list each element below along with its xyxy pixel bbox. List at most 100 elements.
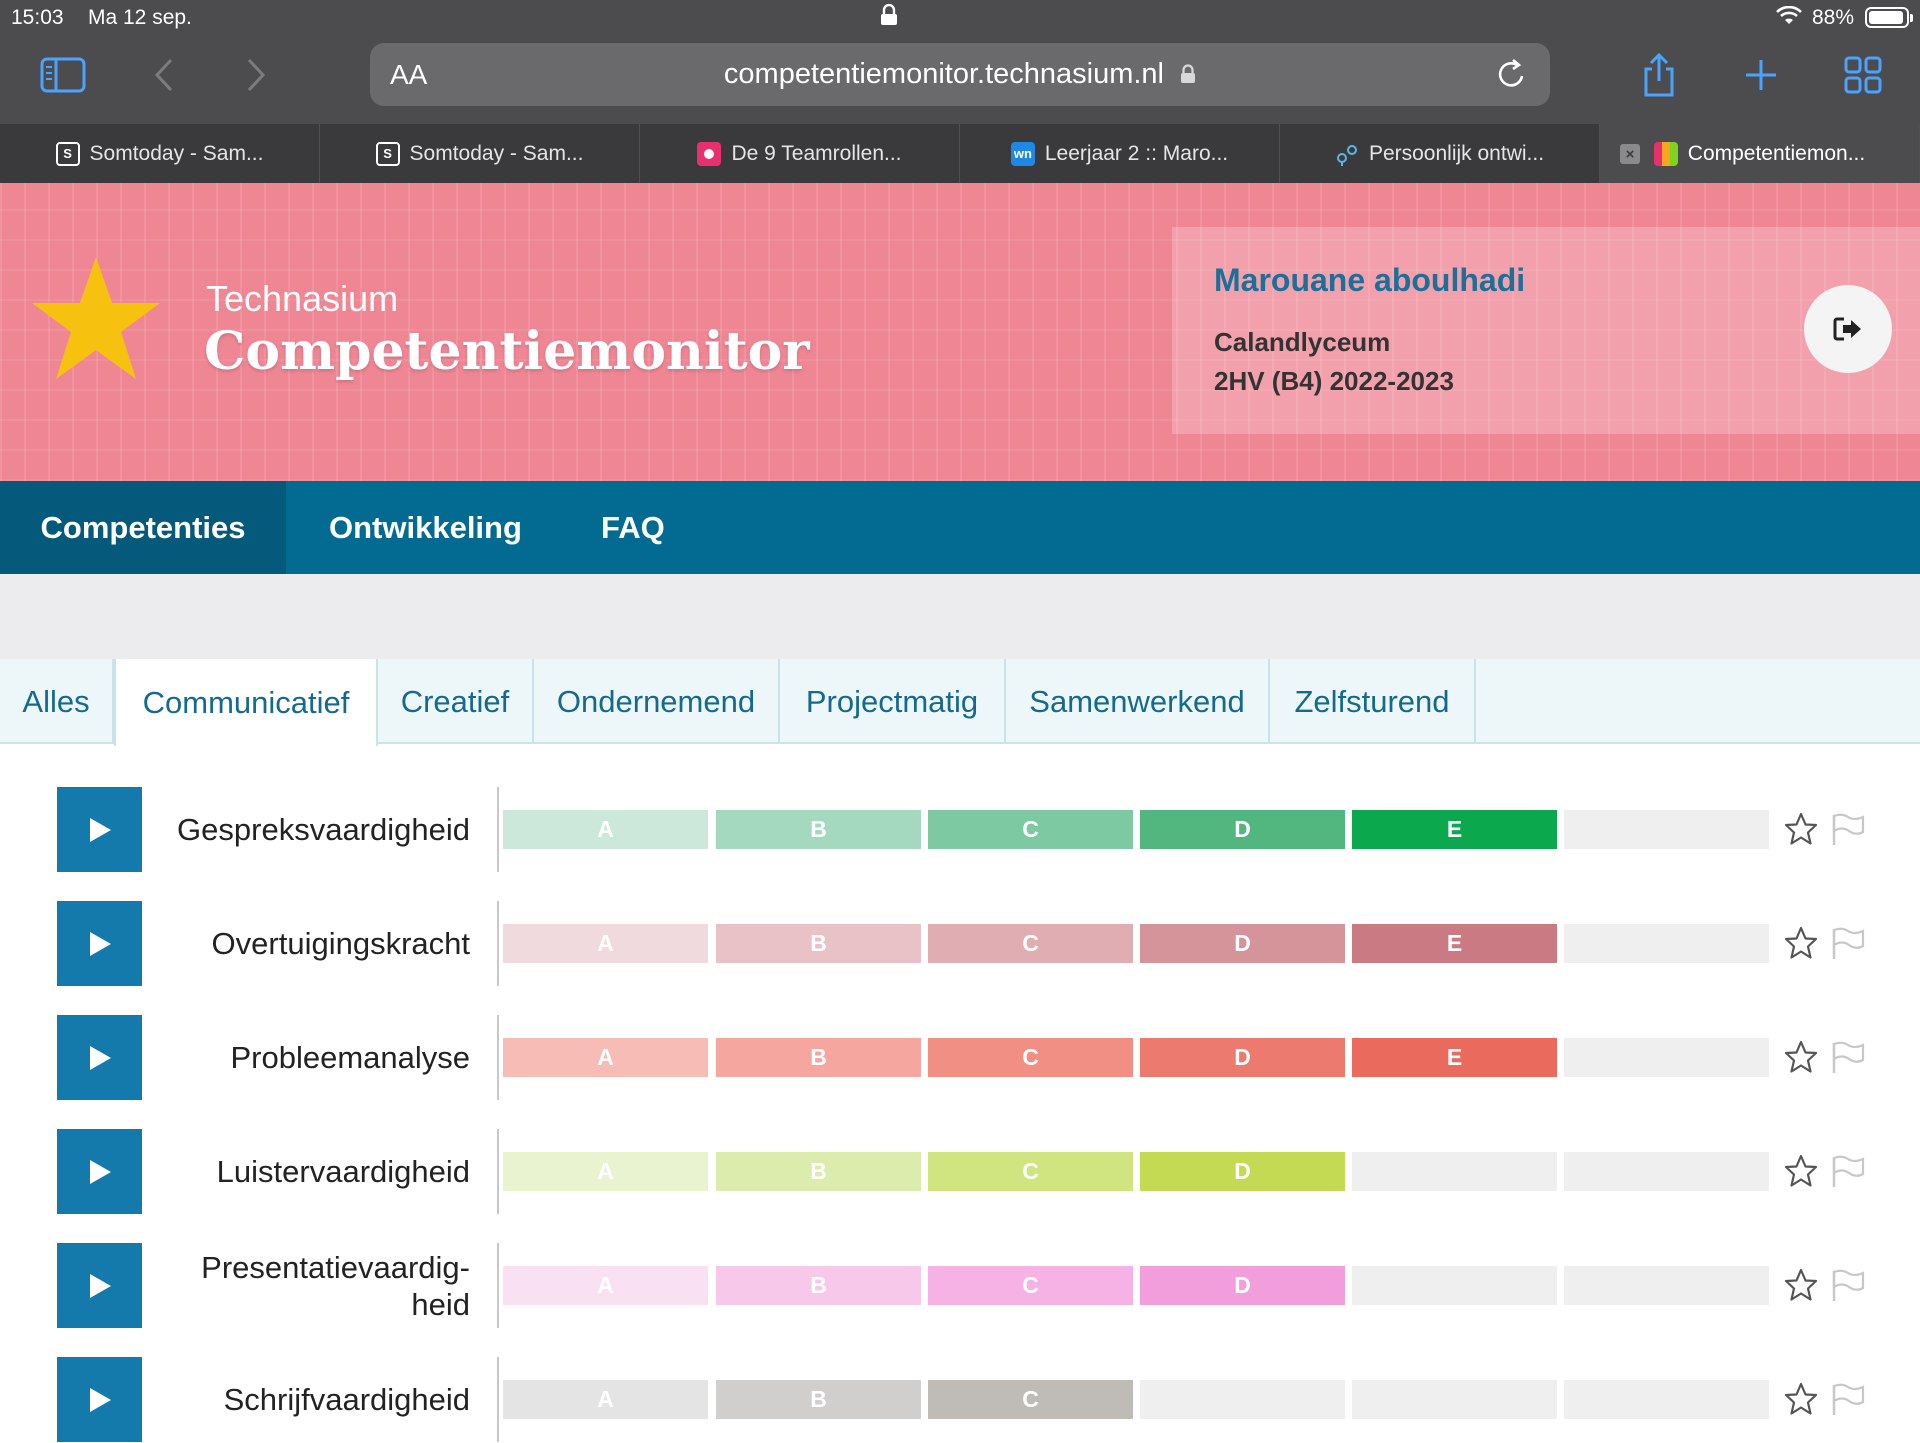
- level-e[interactable]: [1352, 1266, 1557, 1305]
- level-empty[interactable]: [1564, 1380, 1769, 1419]
- plus-icon: [1746, 60, 1776, 90]
- play-button[interactable]: [57, 787, 142, 872]
- tab-communicatief[interactable]: Communicatief: [114, 659, 378, 746]
- competency-name: Schrijfvaardigheid: [223, 1382, 470, 1417]
- forward-button[interactable]: [238, 50, 274, 100]
- level-empty[interactable]: [1564, 1152, 1769, 1191]
- share-button[interactable]: [1636, 50, 1682, 100]
- nav-competenties[interactable]: Competenties: [0, 481, 286, 574]
- competency-name: Presentatievaardig-heid: [201, 1249, 470, 1322]
- level-d[interactable]: D: [1140, 1266, 1345, 1305]
- back-button[interactable]: [146, 50, 182, 100]
- flag-icon[interactable]: [1830, 1382, 1866, 1416]
- close-tab-icon[interactable]: ×: [1620, 144, 1640, 164]
- status-time: 15:03: [11, 6, 64, 29]
- level-a[interactable]: A: [503, 924, 708, 963]
- tab-projectmatig[interactable]: Projectmatig: [780, 659, 1006, 744]
- star-icon[interactable]: [1784, 1382, 1818, 1416]
- new-tab-button[interactable]: [1738, 50, 1784, 100]
- level-c[interactable]: C: [928, 1152, 1133, 1191]
- star-icon[interactable]: [1784, 1154, 1818, 1188]
- level-c[interactable]: C: [928, 1266, 1133, 1305]
- tab-ondernemend[interactable]: Ondernemend: [534, 659, 780, 744]
- level-d[interactable]: D: [1140, 924, 1345, 963]
- browser-tab[interactable]: De 9 Teamrollen...: [640, 124, 960, 183]
- tab-overview-button[interactable]: [1840, 50, 1886, 100]
- wifi-icon: [1776, 6, 1802, 24]
- level-d[interactable]: [1140, 1380, 1345, 1419]
- level-b[interactable]: B: [716, 1152, 921, 1191]
- play-button[interactable]: [57, 1243, 142, 1328]
- level-d[interactable]: D: [1140, 1038, 1345, 1077]
- browser-tab[interactable]: wn Leerjaar 2 :: Maro...: [960, 124, 1280, 183]
- level-a[interactable]: A: [503, 1380, 708, 1419]
- flag-icon[interactable]: [1830, 926, 1866, 960]
- level-b[interactable]: B: [716, 1038, 921, 1077]
- logout-button[interactable]: [1804, 285, 1892, 373]
- nav-ontwikkeling[interactable]: Ontwikkeling: [286, 481, 565, 574]
- star-icon[interactable]: [1784, 1040, 1818, 1074]
- competency-name: Overtuigingskracht: [211, 926, 470, 961]
- url-text[interactable]: competentiemonitor.technasium.nl: [370, 58, 1550, 91]
- play-button[interactable]: [57, 1357, 142, 1442]
- play-button[interactable]: [57, 1129, 142, 1214]
- level-b[interactable]: B: [716, 924, 921, 963]
- user-school: Calandlyceum: [1214, 327, 1391, 357]
- level-d[interactable]: D: [1140, 1152, 1345, 1191]
- competency-name: Gespreksvaardigheid: [177, 812, 470, 847]
- tab-alles[interactable]: Alles: [0, 659, 114, 744]
- level-b[interactable]: B: [716, 810, 921, 849]
- status-date: Ma 12 sep.: [88, 6, 192, 29]
- level-empty[interactable]: [1564, 1038, 1769, 1077]
- tab-creatief[interactable]: Creatief: [378, 659, 534, 744]
- user-class: 2HV (B4) 2022-2023: [1214, 366, 1454, 396]
- level-a[interactable]: A: [503, 1266, 708, 1305]
- play-button[interactable]: [57, 1015, 142, 1100]
- level-e[interactable]: [1352, 1152, 1557, 1191]
- competency-name: Luistervaardigheid: [216, 1154, 470, 1189]
- competentiemonitor-icon: [1653, 141, 1678, 166]
- level-e[interactable]: E: [1352, 810, 1557, 849]
- level-b[interactable]: B: [716, 1266, 921, 1305]
- competency-row: Luistervaardigheid A B C D: [0, 1129, 1920, 1215]
- level-b[interactable]: B: [716, 1380, 921, 1419]
- browser-tab[interactable]: S Somtoday - Sam...: [320, 124, 640, 183]
- logout-icon: [1833, 317, 1861, 341]
- flag-icon[interactable]: [1830, 1040, 1866, 1074]
- flag-icon[interactable]: [1830, 812, 1866, 846]
- star-icon[interactable]: [1784, 812, 1818, 846]
- nav-faq[interactable]: FAQ: [558, 481, 708, 574]
- browser-tab-active[interactable]: × Competentiemon...: [1600, 124, 1920, 183]
- level-a[interactable]: A: [503, 810, 708, 849]
- level-e[interactable]: [1352, 1380, 1557, 1419]
- level-c[interactable]: C: [928, 924, 1133, 963]
- site-title[interactable]: Competentiemonitor: [204, 321, 810, 382]
- browser-tab[interactable]: S Somtoday - Sam...: [0, 124, 320, 183]
- level-a[interactable]: A: [503, 1152, 708, 1191]
- level-a[interactable]: A: [503, 1038, 708, 1077]
- browser-tab[interactable]: Persoonlijk ontwi...: [1280, 124, 1600, 183]
- star-icon[interactable]: [1784, 1268, 1818, 1302]
- browser-chrome: 15:03 Ma 12 sep. 88% AA competentiemonit…: [0, 0, 1920, 183]
- level-e[interactable]: E: [1352, 1038, 1557, 1077]
- tab-zelfsturend[interactable]: Zelfsturend: [1270, 659, 1476, 744]
- level-empty[interactable]: [1564, 924, 1769, 963]
- category-tabs: Alles Communicatief Creatief Ondernemend…: [0, 659, 1920, 746]
- level-c[interactable]: C: [928, 1038, 1133, 1077]
- level-c[interactable]: C: [928, 1380, 1133, 1419]
- star-icon[interactable]: [1784, 926, 1818, 960]
- flag-icon[interactable]: [1830, 1154, 1866, 1188]
- level-e[interactable]: E: [1352, 924, 1557, 963]
- level-d[interactable]: D: [1140, 810, 1345, 849]
- play-icon: [89, 817, 111, 842]
- tab-samenwerkend[interactable]: Samenwerkend: [1006, 659, 1270, 744]
- address-bar[interactable]: AA competentiemonitor.technasium.nl: [370, 43, 1550, 106]
- level-empty[interactable]: [1564, 1266, 1769, 1305]
- flag-icon[interactable]: [1830, 1268, 1866, 1302]
- competency-row: Presentatievaardig-heid A B C D: [0, 1243, 1920, 1329]
- reload-icon[interactable]: [1496, 57, 1528, 91]
- sidebar-toggle-button[interactable]: [36, 50, 90, 100]
- level-empty[interactable]: [1564, 810, 1769, 849]
- level-c[interactable]: C: [928, 810, 1133, 849]
- play-button[interactable]: [57, 901, 142, 986]
